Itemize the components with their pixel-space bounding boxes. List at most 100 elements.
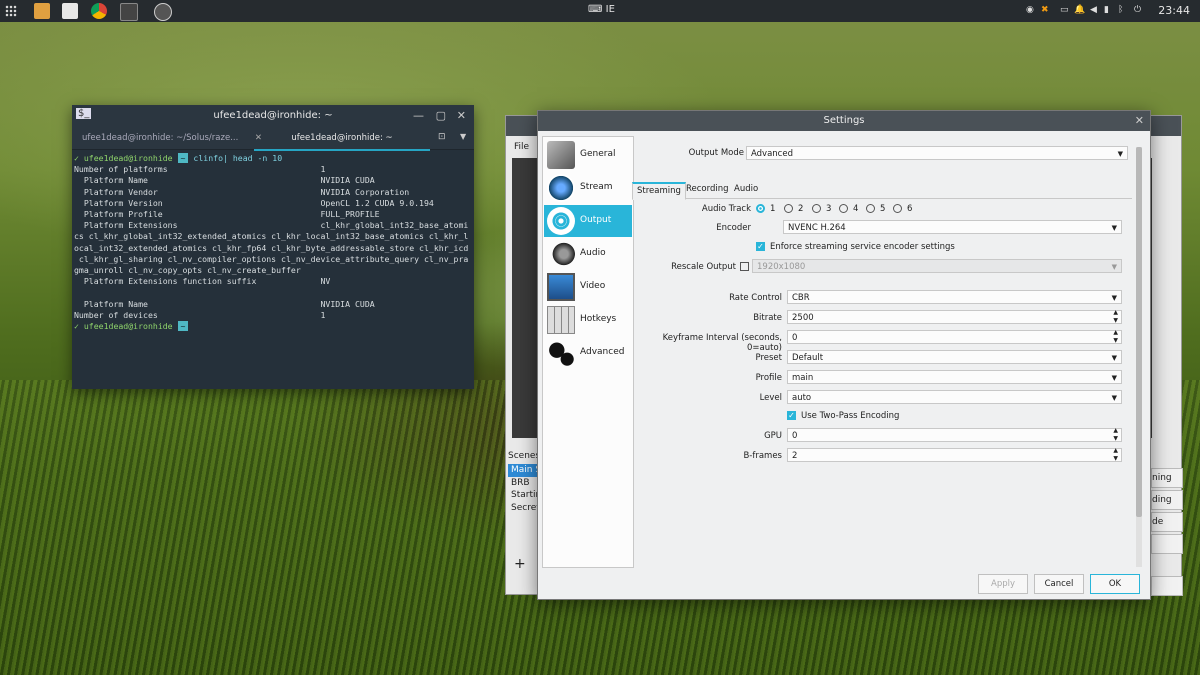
start-streaming-button[interactable]: ning [1151,468,1183,488]
power-icon[interactable]: ⏻ [1134,5,1141,15]
terminal-line: Number of devices 1 [74,309,326,320]
nav-item-advanced[interactable]: Advanced [544,337,632,369]
encoder-select[interactable]: NVENC H.264 ▼ [783,220,1122,234]
terminal-tab-inactive[interactable]: ufee1dead@ironhide: ~/Solus/raze... ✕ [72,127,262,149]
rate-control-select[interactable]: CBR ▼ [787,290,1122,304]
encoder-label: Encoder [716,223,751,233]
package-icon[interactable] [34,3,50,19]
terminal-line: cl_khr_gl_sharing cl_nv_compiler_options… [78,253,469,264]
audio-track-5-label: 5 [880,204,886,214]
audio-track-radio-4[interactable] [839,204,848,213]
battery-icon[interactable]: ▮ [1104,5,1109,15]
obs-icon[interactable] [154,3,172,21]
apply-button[interactable]: Apply [978,574,1028,594]
chevron-down-icon: ▼ [1111,354,1117,362]
scrollbar-thumb[interactable] [1136,147,1142,517]
preset-select[interactable]: Default ▼ [787,350,1122,364]
menu-file[interactable]: File [514,142,529,152]
cancel-button[interactable]: Cancel [1034,574,1084,594]
bframes-spinbox[interactable]: 2 ▲ ▼ [787,447,1122,463]
rescale-value: 1920x1080 [757,262,806,272]
terminal-tab-active[interactable]: ufee1dead@ironhide: ~ [254,127,430,151]
bluetooth-icon[interactable]: ᛒ [1118,5,1123,15]
nav-item-hotkeys[interactable]: Hotkeys [544,304,632,336]
enforce-checkbox[interactable]: ✓ [756,242,765,251]
tab-recording[interactable]: Recording [682,182,733,197]
rescale-checkbox[interactable] [740,262,749,271]
clock[interactable]: 23:44 [1158,4,1190,17]
nav-item-output[interactable]: Output [544,205,632,237]
terminal-titlebar[interactable]: $_ ufee1dead@ironhide: ~ — ▢ ✕ [72,105,474,127]
terminal-line: Number of platforms 1 [74,164,326,175]
nav-label: Video [580,281,606,291]
maximize-icon[interactable]: ▢ [436,109,446,122]
obs-tray-icon[interactable]: ◉ [1026,5,1034,15]
nav-item-general[interactable]: General [544,139,632,171]
chevron-down-icon: ▼ [1111,374,1117,382]
enforce-label: Enforce streaming service encoder settin… [770,242,955,252]
nav-label: Output [580,215,612,225]
terminal-line: Platform Extensions cl_khr_global_int32_… [83,220,469,231]
bitrate-spinbox[interactable]: 2500 ▲ ▼ [787,309,1122,325]
keyframe-spinbox[interactable]: 0 ▲ ▼ [787,329,1122,345]
check-icon: ✓ [74,321,79,332]
tab-menu-icon[interactable]: ▼ [460,132,466,141]
add-scene-button[interactable]: + [514,556,526,572]
spin-arrows-icon[interactable]: ▲ ▼ [1113,427,1118,443]
audio-track-radio-1[interactable] [756,204,765,213]
preset-label: Preset [755,353,782,363]
terminal-icon[interactable] [120,3,138,21]
spin-arrows-icon[interactable]: ▲ ▼ [1113,329,1118,345]
terminal-line: Platform Name NVIDIA CUDA [83,175,375,186]
spin-arrows-icon[interactable]: ▲ ▼ [1113,447,1118,463]
scenes-label: Scenes [508,451,541,461]
terminal-output[interactable]: ✓ ufee1dead@ironhide ~ clinfo| head -n 1… [72,150,474,383]
exit-button[interactable] [1151,576,1183,596]
gpu-spinbox[interactable]: 0 ▲ ▼ [787,427,1122,443]
nav-item-stream[interactable]: Stream [544,172,632,204]
tab-audio[interactable]: Audio [730,182,762,197]
settings-button[interactable] [1151,534,1183,554]
minimize-icon[interactable]: — [413,109,424,122]
chevron-down-icon: ▼ [1111,224,1117,232]
ok-button[interactable]: OK [1090,574,1140,594]
keyboard-layout[interactable]: ⌨ IE [588,4,615,15]
audio-track-radio-2[interactable] [784,204,793,213]
settings-scrollbar[interactable] [1136,147,1142,567]
terminal-line: gma_unroll cl_nv_copy_opts cl_nv_create_… [74,265,301,276]
level-value: auto [792,393,812,403]
close-icon[interactable]: ✕ [457,109,466,122]
rescale-label: Rescale Output [671,262,736,272]
tab-streaming[interactable]: Streaming [632,182,686,200]
nav-label: Hotkeys [580,314,617,324]
terminal-line: Platform Profile FULL_PROFILE [83,209,380,220]
profile-select[interactable]: main ▼ [787,370,1122,384]
chrome-icon[interactable] [91,3,107,19]
two-pass-checkbox[interactable]: ✓ [787,411,796,420]
new-tab-icon[interactable]: ⊡ [438,132,446,142]
spin-arrows-icon[interactable]: ▲ ▼ [1113,309,1118,325]
studio-mode-button[interactable]: de [1151,512,1183,532]
start-recording-button[interactable]: ding [1151,490,1183,510]
files-icon[interactable] [62,3,78,19]
nav-item-video[interactable]: Video [544,271,632,303]
close-icon[interactable]: ✕ [1135,114,1144,127]
audio-track-radio-3[interactable] [812,204,821,213]
record-tray-icon[interactable]: ✖ [1041,5,1049,15]
monitor-tray-icon[interactable]: ▭ [1060,5,1069,15]
app-grid-icon[interactable] [5,5,17,17]
audio-track-6-label: 6 [907,204,913,214]
nav-item-audio[interactable]: Audio [544,238,632,270]
terminal-line: ocal_int32_extended_atomics cl_khr_fp64 … [74,242,469,253]
notification-icon[interactable]: 🔔 [1074,5,1085,15]
audio-track-radio-5[interactable] [866,204,875,213]
video-icon [547,273,575,301]
settings-titlebar[interactable]: Settings ✕ [538,111,1150,131]
output-mode-select[interactable]: Advanced ▼ [746,146,1128,160]
hotkeys-icon [547,306,575,334]
level-select[interactable]: auto ▼ [787,390,1122,404]
audio-track-radio-6[interactable] [893,204,902,213]
stream-icon [547,174,575,202]
chevron-down-icon: ▼ [1111,394,1117,402]
volume-icon[interactable]: ◀ [1090,5,1097,15]
